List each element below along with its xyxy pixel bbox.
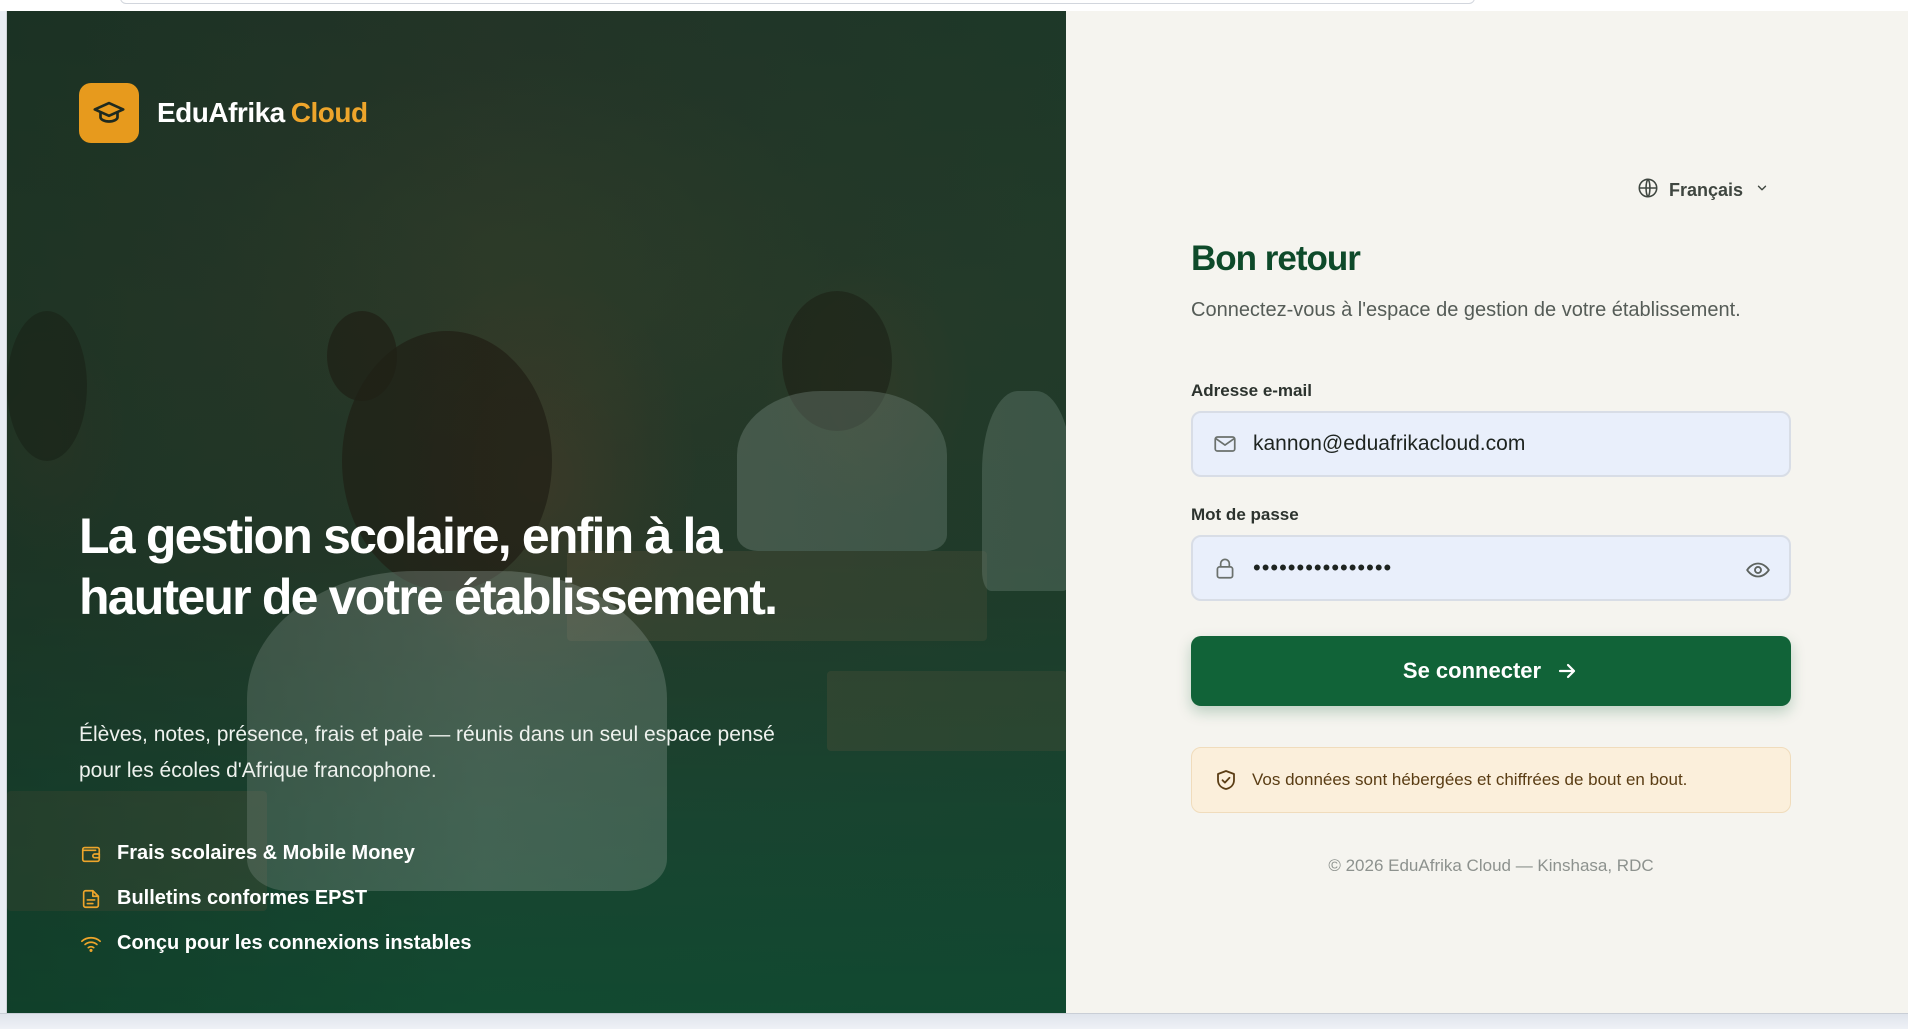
hero-panel: EduAfrika Cloud La gestion scolaire, enfi… xyxy=(7,11,1066,1013)
globe-icon xyxy=(1637,177,1659,204)
browser-top-strip xyxy=(0,0,1908,11)
login-button-label: Se connecter xyxy=(1402,658,1542,683)
document-icon xyxy=(79,887,103,911)
hero-subline: Élèves, notes, présence, frais et paie —… xyxy=(79,723,775,782)
security-notice: Vos données sont hébergées et chiffrées … xyxy=(1191,747,1791,813)
feature-label: Conçu pour les connexions instables xyxy=(117,932,472,954)
email-label: Adresse e-mail xyxy=(1191,381,1312,400)
login-form: Bon retour Connectez-vous à l'espace de … xyxy=(1191,239,1791,875)
language-selector[interactable]: Français xyxy=(1637,177,1769,204)
security-notice-text: Vos données sont hébergées et chiffrées … xyxy=(1252,770,1688,789)
graduation-cap-icon xyxy=(79,83,139,143)
feature-item: Bulletins conformes EPST xyxy=(79,876,472,921)
footer-copyright: © 2026 EduAfrika Cloud — Kinshasa, RDC xyxy=(1328,856,1654,875)
password-field[interactable] xyxy=(1191,535,1791,601)
browser-bottom-strip xyxy=(0,1013,1908,1029)
chevron-down-icon xyxy=(1755,181,1769,200)
feature-item: Frais scolaires & Mobile Money xyxy=(79,831,472,876)
feature-label: Bulletins conformes EPST xyxy=(117,887,368,909)
wifi-icon xyxy=(79,932,103,956)
email-field[interactable] xyxy=(1191,411,1791,477)
feature-item: Conçu pour les connexions instables xyxy=(79,921,472,966)
password-label: Mot de passe xyxy=(1191,505,1299,524)
language-label: Français xyxy=(1669,180,1744,200)
shield-check-icon xyxy=(1214,768,1238,792)
lock-icon xyxy=(1211,555,1239,581)
brand-logo[interactable]: EduAfrika Cloud xyxy=(79,83,368,143)
email-input[interactable] xyxy=(1253,432,1723,456)
brand-accent: Cloud xyxy=(290,97,368,128)
page-title: Bon retour xyxy=(1191,239,1361,278)
show-password-eye-icon[interactable] xyxy=(1745,557,1771,588)
page-subtitle: Connectez-vous à l'espace de gestion de … xyxy=(1191,299,1741,321)
feature-list: Frais scolaires & Mobile Money Bulletins… xyxy=(79,831,472,966)
login-button[interactable]: Se connecter xyxy=(1191,636,1791,706)
password-input[interactable] xyxy=(1253,555,1723,581)
feature-label: Frais scolaires & Mobile Money xyxy=(117,842,415,864)
brand-name: EduAfrika Cloud xyxy=(157,97,368,128)
wallet-icon xyxy=(79,842,103,866)
mail-icon xyxy=(1211,431,1239,457)
hero-headline: La gestion scolaire, enfin à la hauteur … xyxy=(79,508,778,625)
login-page: EduAfrika Cloud La gestion scolaire, enfi… xyxy=(6,11,1908,1013)
arrow-right-icon xyxy=(1555,659,1579,683)
address-bar[interactable] xyxy=(120,0,1475,4)
